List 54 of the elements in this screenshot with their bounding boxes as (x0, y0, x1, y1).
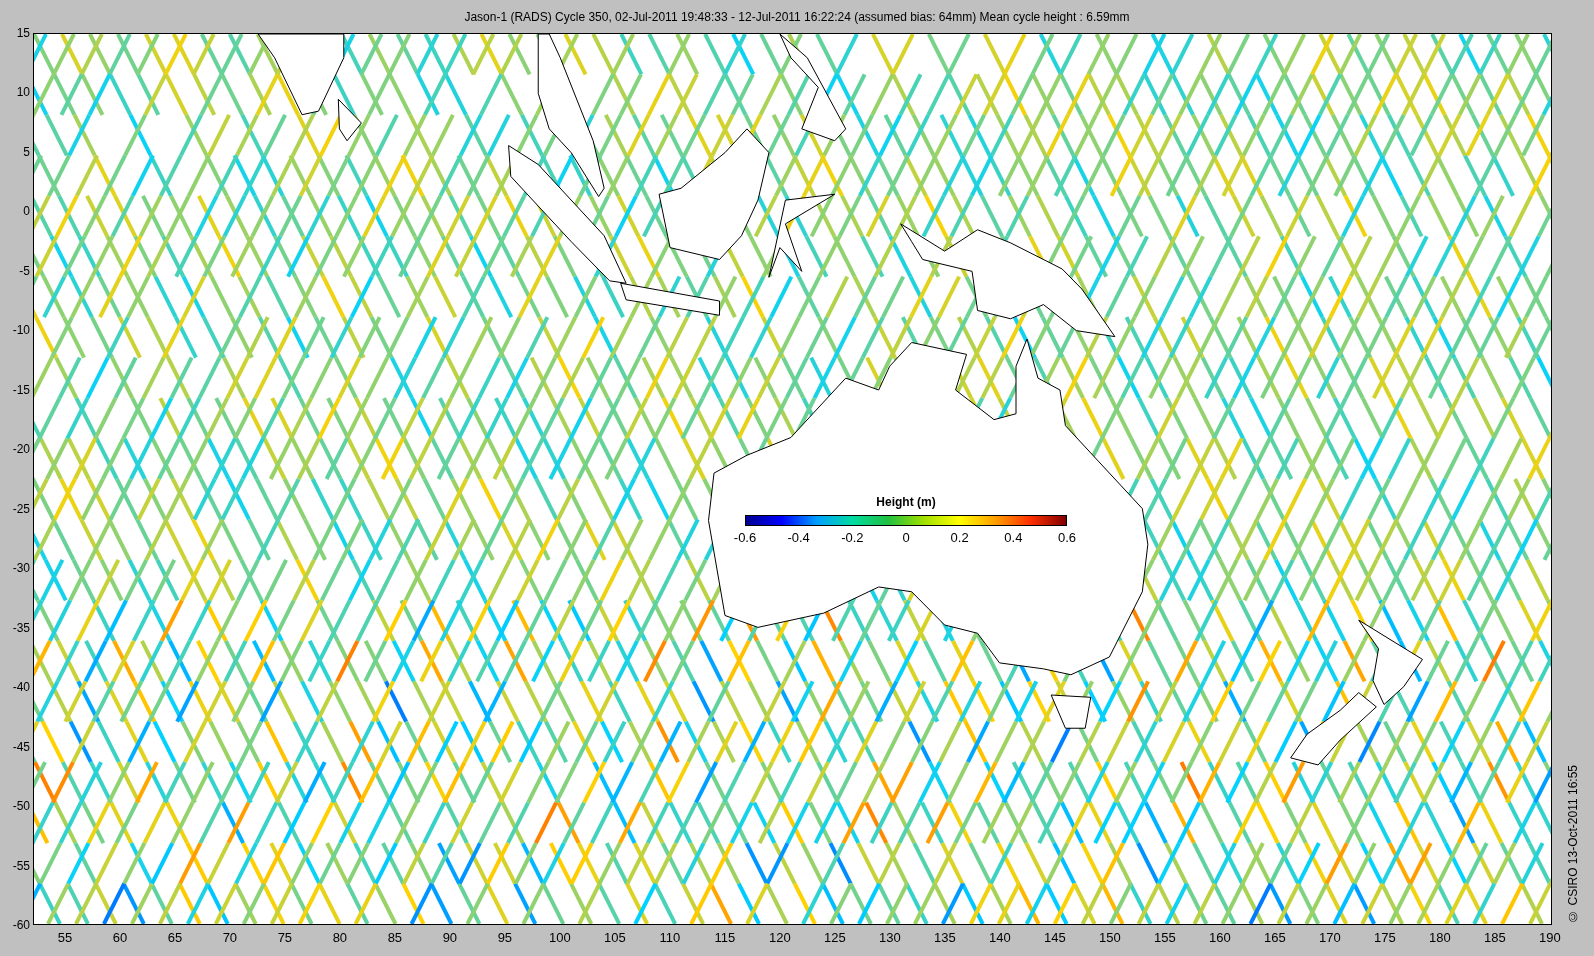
x-axis-label: 165 (1263, 930, 1286, 945)
colorbar-title: Height (m) (876, 495, 936, 509)
x-axis-label: 155 (1153, 930, 1176, 945)
x-axis-label: 80 (332, 930, 348, 945)
y-axis-label: -15 (12, 383, 30, 397)
x-axis-label: 145 (1044, 930, 1066, 945)
y-axis-label: -55 (12, 859, 30, 873)
x-axis-label: 65 (167, 930, 183, 945)
y-axis-label: -5 (19, 264, 30, 278)
credit-text: © CSIRO 13-Oct-2011 16:55 (1566, 765, 1580, 923)
x-axis-label: 120 (769, 930, 791, 945)
y-axis-label: 5 (23, 145, 30, 159)
y-axis-label: 10 (16, 85, 30, 99)
x-axis-label: 140 (989, 930, 1011, 945)
x-axis-label: 175 (1373, 930, 1396, 945)
x-axis-label: 170 (1318, 930, 1341, 945)
x-axis-label: 100 (549, 930, 571, 945)
colorbar-label: 0.4 (1004, 530, 1023, 545)
colorbar-label: 0.6 (1057, 530, 1077, 545)
colorbar-label: 0.2 (950, 530, 969, 545)
x-axis-label: 110 (659, 930, 681, 945)
x-axis-label: 60 (112, 930, 128, 945)
y-axis-label: -40 (12, 680, 30, 694)
x-axis-label: 70 (222, 930, 238, 945)
x-axis-label: 90 (442, 930, 458, 945)
figure-title: Jason-1 (RADS) Cycle 350, 02-Jul-2011 19:48:33 - 12-Jul-2011 16:22:24 (assumed bias: 64mm) Mean cycle height : 6.59mm (464, 9, 1130, 24)
x-axis-label: 125 (824, 930, 846, 945)
colorbar-label: -0.6 (733, 530, 757, 545)
x-axis-label: 135 (934, 930, 956, 945)
colorbar-label: -0.2 (841, 530, 864, 545)
y-axis-label: -10 (12, 323, 30, 337)
x-axis-label: 190 (1538, 930, 1561, 945)
y-axis-label: -45 (12, 740, 30, 754)
colorbar-label: 0 (902, 530, 910, 545)
x-axis-label: 55 (57, 930, 73, 945)
y-axis-label: -25 (12, 502, 30, 516)
y-axis-label: 0 (23, 204, 30, 218)
x-axis-label: 75 (277, 930, 293, 945)
x-axis-label: 185 (1483, 930, 1506, 945)
y-axis-label: -60 (12, 918, 30, 932)
x-axis-label: 115 (714, 930, 736, 945)
y-axis-label: 15 (16, 26, 30, 40)
y-axis-label: -20 (12, 442, 30, 456)
x-axis-label: 95 (497, 930, 513, 945)
x-axis-label: 160 (1208, 930, 1231, 945)
y-axis-label: -30 (12, 561, 30, 575)
x-axis-label: 180 (1428, 930, 1451, 945)
y-axis-label: -35 (12, 621, 30, 635)
x-axis-label: 85 (387, 930, 403, 945)
colorbar-label: -0.4 (787, 530, 810, 545)
x-axis-label: 105 (604, 930, 626, 945)
y-axis-label: -50 (12, 799, 30, 813)
x-axis-label: 150 (1099, 930, 1121, 945)
x-axis-label: 130 (879, 930, 901, 945)
